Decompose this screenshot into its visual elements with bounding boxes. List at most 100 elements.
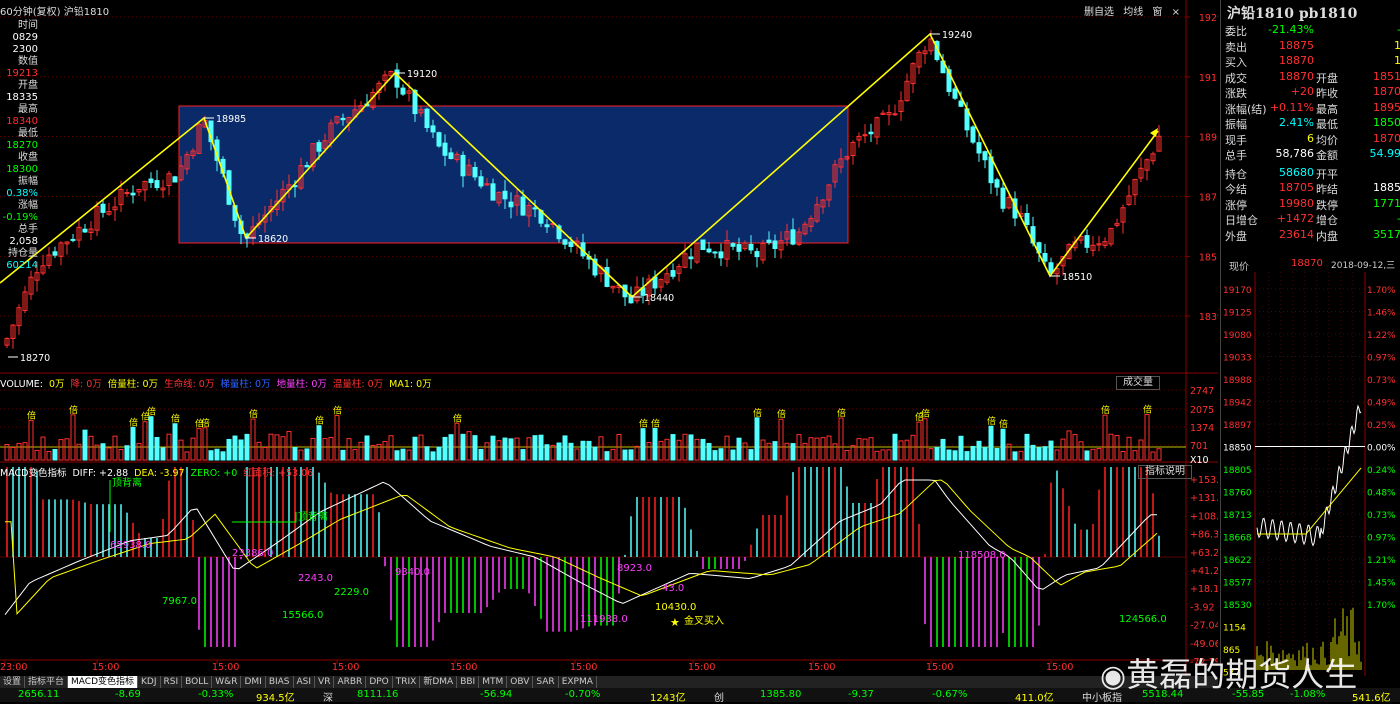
ma-button[interactable]: 均线 [1123, 7, 1143, 18]
kline-chart-svg[interactable]: 1929419114189351875518575183961827018985… [0, 0, 1218, 676]
volume-bar [839, 418, 843, 460]
volume-mark: 倍 [999, 418, 1008, 430]
volume-mark: 倍 [1143, 404, 1152, 416]
volume-bar [407, 450, 411, 460]
tab-15[interactable]: BBI [457, 676, 479, 688]
volume-bar [467, 432, 471, 460]
stat-value: 0.38% [0, 188, 38, 200]
window-button[interactable]: 窗 [1152, 7, 1162, 18]
tab-4[interactable]: RSI [161, 676, 183, 688]
candle-down [449, 153, 453, 159]
divergence-marker [232, 512, 296, 522]
tab-17[interactable]: OBV [507, 676, 533, 688]
volume-bar [59, 440, 63, 460]
price-axis-label: 18755 [1199, 192, 1218, 203]
status-item: 1385.80 [760, 689, 801, 700]
indicator-help-button[interactable]: 指标说明 [1138, 465, 1192, 479]
tab-0[interactable]: 设置 [0, 676, 25, 688]
mini-axis-left-label: 18577 [1223, 579, 1252, 589]
tab-11[interactable]: ARBR [334, 676, 366, 688]
volume-bar [1103, 415, 1107, 460]
mini-axis-left-label: 19125 [1223, 309, 1252, 319]
quote-row: 委比-21.43%- [1221, 23, 1400, 38]
tab-2[interactable]: MACD变色指标 [68, 676, 138, 688]
tab-3[interactable]: KDJ [138, 676, 161, 688]
macd-annotation: 9340.0 [395, 567, 430, 578]
volume-bar [1145, 415, 1149, 460]
tab-10[interactable]: VR [315, 676, 334, 688]
price-annotation: 18985 [216, 114, 246, 125]
price-annotation: 19240 [942, 30, 972, 41]
tab-16[interactable]: MTM [479, 676, 507, 688]
volume-bar [671, 435, 675, 460]
volume-bar [713, 451, 717, 460]
remove-favorite-button[interactable]: 删自选 [1084, 7, 1114, 18]
volume-bar [125, 446, 129, 460]
quote-value: 18870 [1279, 70, 1314, 83]
volume-bar [497, 441, 501, 460]
volume-mark: 倍 [69, 404, 78, 416]
volume-bar [629, 450, 633, 460]
volume-bar [767, 443, 771, 460]
consolidation-box [179, 106, 848, 243]
quote-label-2: 昨收 [1316, 85, 1338, 101]
volume-mark: 倍 [333, 404, 342, 416]
mini-axis-left-label: 18760 [1223, 489, 1252, 499]
volume-bar [1055, 450, 1059, 460]
volume-bar [587, 441, 591, 460]
volume-bar [563, 436, 567, 460]
price-annotation: 18440 [644, 293, 674, 304]
quote-label: 涨跌 [1225, 85, 1247, 101]
mini-axis-right-label: 1.70% [1367, 286, 1396, 296]
volume-bar [353, 449, 357, 460]
candle-down [773, 241, 777, 249]
tab-5[interactable]: BOLL [182, 676, 212, 688]
tab-8[interactable]: BIAS [266, 676, 294, 688]
quote-label: 日增仓 [1225, 212, 1258, 228]
volume-bar [893, 434, 897, 460]
tab-13[interactable]: TRIX [393, 676, 421, 688]
volume-bar [569, 443, 573, 460]
candle-down [977, 143, 981, 153]
intraday-mini-chart[interactable]: 1917019125190801903318988189421889718850… [1221, 272, 1400, 676]
tab-12[interactable]: DPO [366, 676, 392, 688]
volume-bar [203, 428, 207, 460]
macd-annotation: 15566.0 [282, 610, 323, 621]
volume-bar [827, 436, 831, 460]
volume-bar [1013, 452, 1017, 460]
close-icon[interactable]: × [1172, 7, 1180, 18]
tab-7[interactable]: DMI [241, 676, 265, 688]
volume-bar [53, 450, 57, 460]
chart-toolbar: 删自选 均线 窗 × [1078, 3, 1180, 18]
macd-annotation: 2229.0 [334, 587, 369, 598]
volume-bar [623, 450, 627, 460]
tab-6[interactable]: W&R [212, 676, 241, 688]
time-axis-label: 15:00 [450, 662, 477, 673]
tab-18[interactable]: SAR [533, 676, 558, 688]
volume-bar [215, 449, 219, 460]
tab-1[interactable]: 指标平台 [25, 676, 68, 688]
volume-bar [101, 444, 105, 460]
golden-cross-star-icon: ★ [670, 616, 680, 629]
volume-legend-item: 降: 0万 [71, 379, 102, 390]
volume-bar [233, 436, 237, 460]
volume-bar [473, 436, 477, 460]
volume-bar [725, 436, 729, 460]
candle-down [401, 88, 405, 94]
tab-19[interactable]: EXPMA [559, 676, 597, 688]
mini-axis-left-label: 19170 [1223, 286, 1252, 296]
tab-9[interactable]: ASI [294, 676, 316, 688]
volume-bar [917, 422, 921, 460]
macd-annotation: 顶背离 [298, 510, 328, 523]
volume-bar [1061, 439, 1065, 460]
volume-bar [47, 451, 51, 460]
weibo-watermark: ◉黄磊的期货人生 [1100, 648, 1357, 696]
time-axis-label: 15:00 [212, 662, 239, 673]
tab-14[interactable]: 新DMA [420, 676, 457, 688]
volume-bar [131, 427, 135, 460]
volume-bar [263, 447, 267, 460]
status-item: -56.94 [480, 689, 512, 700]
volume-button[interactable]: 成交量 [1116, 376, 1160, 390]
kline-chart-area[interactable]: 1929419114189351875518575183961827018985… [0, 0, 1218, 676]
candle-down [953, 89, 957, 98]
